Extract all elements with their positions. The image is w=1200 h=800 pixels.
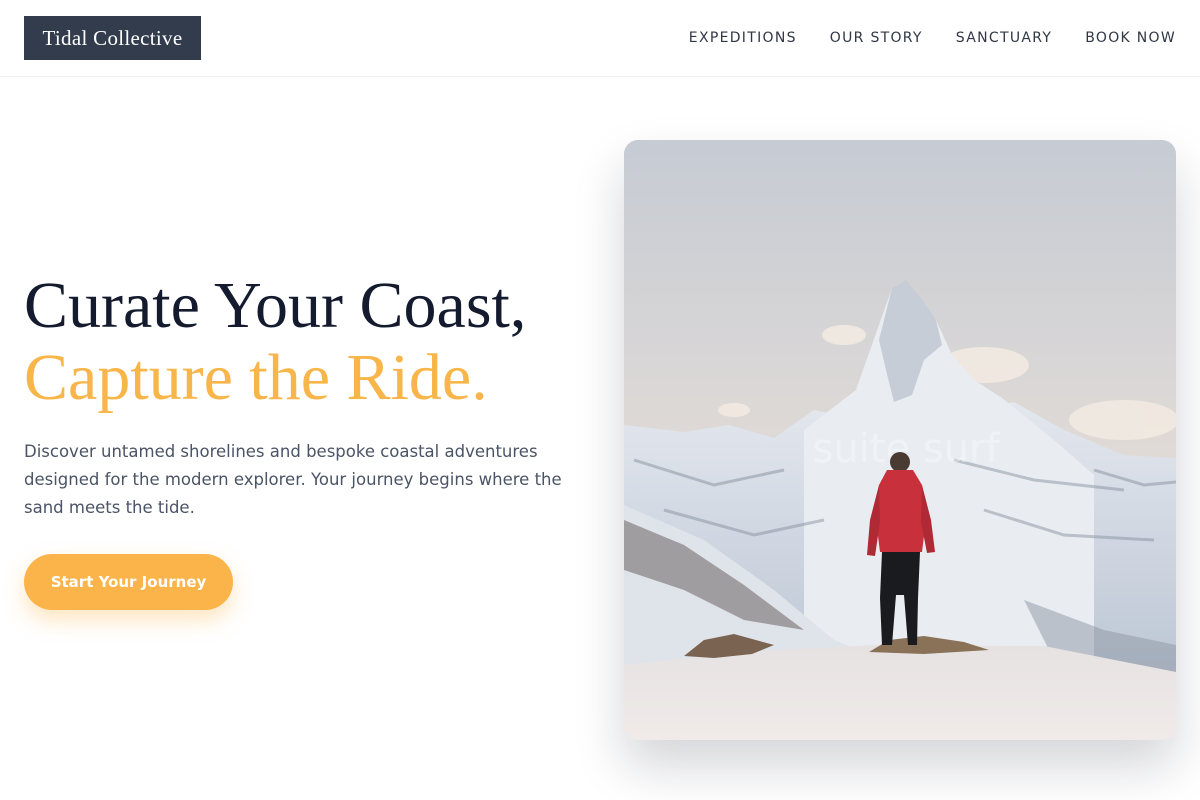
nav-link-our-story[interactable]: OUR STORY [830, 28, 923, 48]
start-journey-button[interactable]: Start Your Journey [24, 554, 233, 610]
main-nav: EXPEDITIONS OUR STORY SANCTUARY BOOK NOW [689, 28, 1176, 48]
foreground-snow [624, 645, 1176, 740]
nav-link-sanctuary[interactable]: SANCTUARY [956, 28, 1052, 48]
mountain-hiker-photo: suite surf [624, 140, 1176, 740]
hero-title-line-2: Capture the Ride. [24, 341, 488, 414]
nav-link-expeditions[interactable]: EXPEDITIONS [689, 28, 797, 48]
hero-description: Discover untamed shorelines and bespoke … [24, 442, 562, 517]
hero-title-line-1: Curate Your Coast, [24, 269, 527, 342]
site-header: Tidal Collective EXPEDITIONS OUR STORY S… [0, 0, 1200, 77]
brand-logo[interactable]: Tidal Collective [24, 16, 201, 60]
hero-image: suite surf [624, 140, 1176, 740]
hero-title: Curate Your Coast, Capture the Ride. [24, 270, 614, 414]
nav-link-book-now[interactable]: BOOK NOW [1085, 28, 1176, 48]
